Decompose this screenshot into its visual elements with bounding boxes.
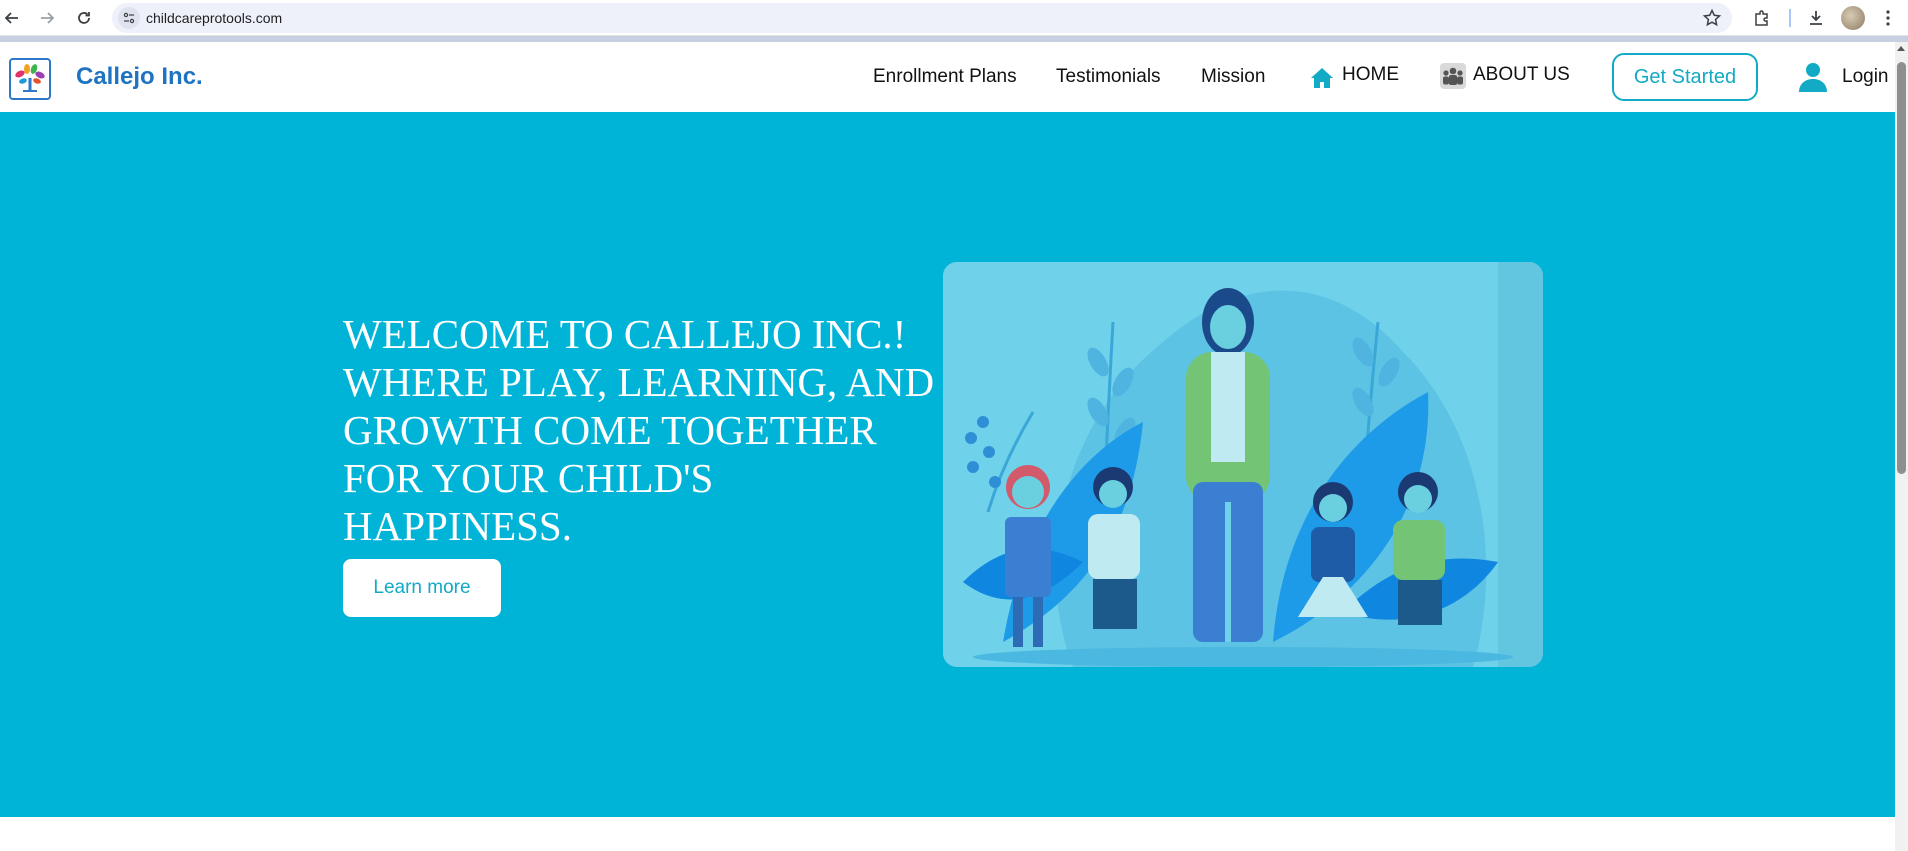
- hero-section: WELCOME TO CALLEJO INC.! WHERE PLAY, LEA…: [0, 112, 1895, 817]
- hero-heading-line: FOR YOUR CHILD'S: [343, 455, 714, 501]
- logo[interactable]: [9, 58, 51, 100]
- home-icon[interactable]: [1309, 65, 1335, 91]
- toolbar-separator: [1789, 9, 1791, 27]
- hero-illustration: [943, 262, 1543, 667]
- page-scrollbar[interactable]: [1895, 42, 1908, 851]
- bookmark-star-icon[interactable]: [1702, 8, 1722, 28]
- hero-heading: WELCOME TO CALLEJO INC.! WHERE PLAY, LEA…: [343, 310, 943, 550]
- learn-more-button[interactable]: Learn more: [343, 559, 501, 617]
- address-bar[interactable]: childcareprotools.com: [112, 3, 1732, 33]
- back-icon[interactable]: [0, 6, 24, 30]
- nav-home[interactable]: HOME: [1342, 64, 1399, 86]
- url-text[interactable]: childcareprotools.com: [146, 10, 282, 26]
- nav-enrollment-plans[interactable]: Enrollment Plans: [873, 66, 1017, 88]
- hero-heading-line: WELCOME TO CALLEJO INC.!: [343, 311, 907, 357]
- reload-icon[interactable]: [72, 6, 96, 30]
- nav-testimonials[interactable]: Testimonials: [1056, 66, 1161, 88]
- menu-dots-icon[interactable]: [1876, 6, 1900, 30]
- hero-heading-line: WHERE PLAY, LEARNING, AND: [343, 359, 935, 405]
- hero-heading-line: GROWTH COME TOGETHER: [343, 407, 877, 453]
- page-bottom-area: [0, 817, 1895, 851]
- login-link[interactable]: Login: [1842, 66, 1889, 88]
- download-icon[interactable]: [1804, 6, 1828, 30]
- profile-avatar[interactable]: [1841, 6, 1865, 30]
- nav-mission[interactable]: Mission: [1201, 66, 1265, 88]
- hero-heading-line: HAPPINESS.: [343, 503, 572, 549]
- nav-about-us[interactable]: ABOUT US: [1473, 64, 1570, 86]
- brand-name[interactable]: Callejo Inc.: [76, 63, 203, 91]
- site-header: Callejo Inc. Enrollment Plans Testimonia…: [0, 42, 1895, 112]
- get-started-button[interactable]: Get Started: [1612, 53, 1758, 101]
- group-icon[interactable]: [1440, 63, 1466, 89]
- user-icon[interactable]: [1797, 61, 1829, 93]
- site-info-icon[interactable]: [118, 7, 140, 29]
- scroll-up-icon[interactable]: [1897, 46, 1905, 51]
- browser-toolbar: childcareprotools.com: [0, 0, 1908, 36]
- scroll-thumb[interactable]: [1897, 62, 1906, 474]
- forward-icon[interactable]: [35, 6, 59, 30]
- extensions-icon[interactable]: [1750, 6, 1774, 30]
